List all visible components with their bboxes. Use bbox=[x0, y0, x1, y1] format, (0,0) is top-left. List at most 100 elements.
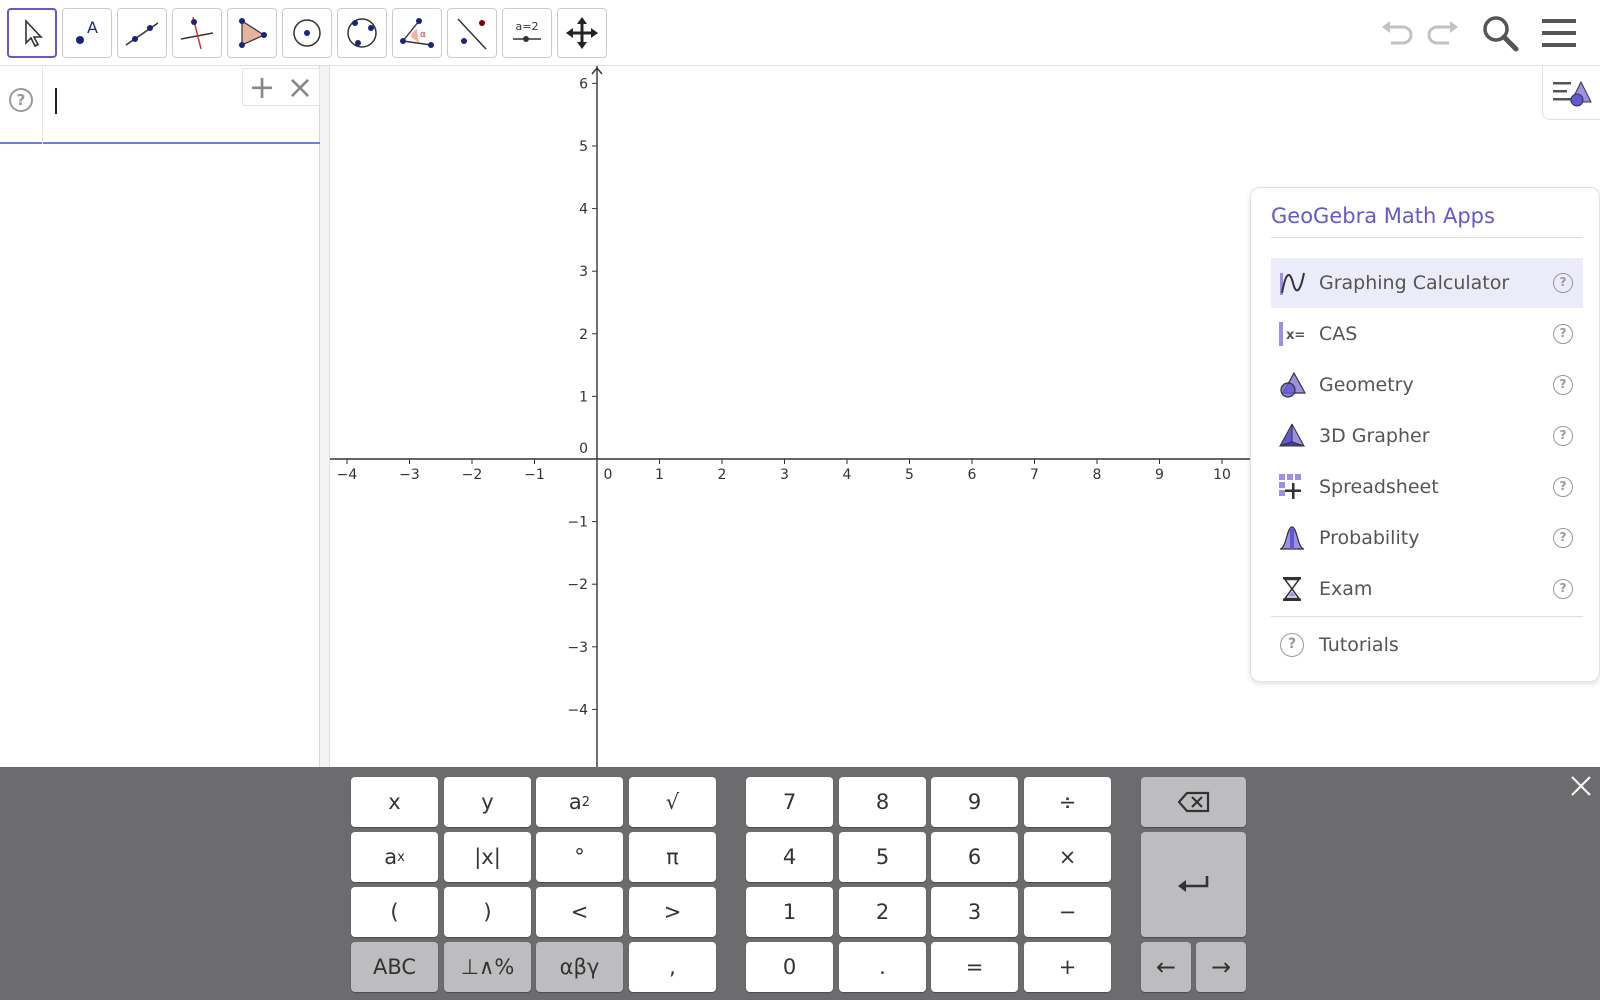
tutorials-link[interactable]: ? Tutorials bbox=[1271, 620, 1583, 670]
key-a-squared[interactable]: a2 bbox=[536, 777, 623, 827]
key-plus[interactable]: + bbox=[1024, 942, 1111, 992]
search-button[interactable] bbox=[1477, 10, 1523, 56]
move-graphics-view-tool[interactable] bbox=[557, 8, 607, 58]
tutorials-help-icon: ? bbox=[1280, 633, 1304, 657]
y-tick-label: −3 bbox=[567, 640, 588, 656]
key-sqrt[interactable]: √ bbox=[629, 777, 716, 827]
circle-three-points-tool[interactable] bbox=[337, 8, 387, 58]
menu-icon bbox=[1542, 19, 1576, 47]
main-menu-button[interactable] bbox=[1536, 10, 1582, 56]
key-greek[interactable]: αβγ bbox=[536, 942, 623, 992]
key-multiply[interactable]: × bbox=[1024, 832, 1111, 882]
angle-tool[interactable]: α bbox=[392, 8, 442, 58]
key-backspace[interactable] bbox=[1141, 777, 1246, 827]
key-5[interactable]: 5 bbox=[839, 832, 926, 882]
key-enter[interactable] bbox=[1141, 832, 1246, 937]
circle-center-point-tool[interactable] bbox=[282, 8, 332, 58]
algebra-input-row[interactable]: ? + × bbox=[0, 66, 320, 144]
app-help-icon[interactable]: ? bbox=[1553, 375, 1573, 395]
key-9[interactable]: 9 bbox=[931, 777, 1018, 827]
key-close-paren[interactable]: ) bbox=[444, 887, 531, 937]
key-degree[interactable]: ° bbox=[536, 832, 623, 882]
key-6[interactable]: 6 bbox=[931, 832, 1018, 882]
app-exam[interactable]: Exam ? bbox=[1271, 564, 1583, 614]
x-tick-label: 0 bbox=[604, 467, 613, 483]
x-tick-label: 4 bbox=[843, 467, 852, 483]
key-minus[interactable]: − bbox=[1024, 887, 1111, 937]
y-tick-label: −4 bbox=[567, 702, 588, 718]
move-arrows-icon bbox=[566, 17, 598, 49]
app-spreadsheet[interactable]: Spreadsheet ? bbox=[1271, 462, 1583, 512]
key-divide[interactable]: ÷ bbox=[1024, 777, 1111, 827]
line-tool[interactable] bbox=[117, 8, 167, 58]
style-bar-icon bbox=[1552, 80, 1592, 106]
app-geometry[interactable]: Geometry ? bbox=[1271, 360, 1583, 410]
app-probability[interactable]: Probability ? bbox=[1271, 513, 1583, 563]
key-a-power-x[interactable]: ax bbox=[351, 832, 438, 882]
input-controls: + × bbox=[242, 68, 320, 106]
x-tick-label: 6 bbox=[968, 467, 977, 483]
y-tick-label: 3 bbox=[579, 264, 588, 280]
input-help-icon[interactable]: ? bbox=[9, 88, 33, 112]
key-1[interactable]: 1 bbox=[746, 887, 833, 937]
key-comma[interactable]: , bbox=[629, 942, 716, 992]
move-tool[interactable] bbox=[7, 8, 57, 58]
clear-input-button[interactable]: × bbox=[287, 71, 314, 103]
polygon-tool[interactable] bbox=[227, 8, 277, 58]
x-tick-label: 1 bbox=[655, 467, 664, 483]
add-item-button[interactable]: + bbox=[249, 71, 276, 103]
x-tick-label: 7 bbox=[1030, 467, 1039, 483]
key-x[interactable]: x bbox=[351, 777, 438, 827]
reflect-tool[interactable] bbox=[447, 8, 497, 58]
app-label: Graphing Calculator bbox=[1319, 272, 1510, 294]
app-help-icon[interactable]: ? bbox=[1553, 579, 1573, 599]
key-left-arrow[interactable]: ← bbox=[1141, 942, 1191, 992]
x-tick-label: −3 bbox=[399, 467, 420, 483]
app-help-icon[interactable]: ? bbox=[1553, 528, 1573, 548]
angle-icon: α bbox=[400, 18, 434, 48]
key-7[interactable]: 7 bbox=[746, 777, 833, 827]
app-help-icon[interactable]: ? bbox=[1553, 477, 1573, 497]
app-cas[interactable]: x= CAS ? bbox=[1271, 309, 1583, 359]
close-keyboard-button[interactable] bbox=[1568, 773, 1594, 799]
key-less-than[interactable]: < bbox=[536, 887, 623, 937]
key-right-arrow[interactable]: → bbox=[1196, 942, 1246, 992]
app-label: CAS bbox=[1319, 323, 1358, 345]
app-3d-grapher[interactable]: 3D Grapher ? bbox=[1271, 411, 1583, 461]
app-label: Probability bbox=[1319, 527, 1420, 549]
key-greater-than[interactable]: > bbox=[629, 887, 716, 937]
key-3[interactable]: 3 bbox=[931, 887, 1018, 937]
key-decimal[interactable]: . bbox=[839, 942, 926, 992]
point-tool[interactable]: A bbox=[62, 8, 112, 58]
app-help-icon[interactable]: ? bbox=[1553, 273, 1573, 293]
text-caret bbox=[55, 88, 57, 114]
key-2[interactable]: 2 bbox=[839, 887, 926, 937]
x-tick-label: 8 bbox=[1093, 467, 1102, 483]
key-abc[interactable]: ABC bbox=[351, 942, 438, 992]
app-help-icon[interactable]: ? bbox=[1553, 324, 1573, 344]
key-y[interactable]: y bbox=[444, 777, 531, 827]
view-splitter[interactable] bbox=[320, 66, 330, 767]
key-8[interactable]: 8 bbox=[839, 777, 926, 827]
style-bar-toggle[interactable] bbox=[1542, 66, 1600, 120]
app-graphing-calculator[interactable]: Graphing Calculator ? bbox=[1271, 258, 1583, 308]
key-abs[interactable]: |x| bbox=[444, 832, 531, 882]
key-open-paren[interactable]: ( bbox=[351, 887, 438, 937]
perpendicular-line-tool[interactable] bbox=[172, 8, 222, 58]
key-equals[interactable]: = bbox=[931, 942, 1018, 992]
undo-button[interactable] bbox=[1374, 10, 1420, 56]
key-symbols[interactable]: ⊥∧% bbox=[444, 942, 531, 992]
app-help-icon[interactable]: ? bbox=[1553, 426, 1573, 446]
x-tick-label: −1 bbox=[524, 467, 545, 483]
svg-text:x=: x= bbox=[1286, 328, 1305, 343]
x-tick-label: −2 bbox=[462, 467, 483, 483]
hourglass-icon bbox=[1283, 577, 1301, 601]
undo-icon bbox=[1382, 21, 1413, 45]
key-0[interactable]: 0 bbox=[746, 942, 833, 992]
slider-tool[interactable]: a=2 bbox=[502, 8, 552, 58]
key-a-squared-base: a bbox=[568, 790, 582, 814]
key-4[interactable]: 4 bbox=[746, 832, 833, 882]
key-pi[interactable]: π bbox=[629, 832, 716, 882]
slider-icon: a=2 bbox=[513, 20, 541, 42]
redo-button[interactable] bbox=[1420, 10, 1466, 56]
